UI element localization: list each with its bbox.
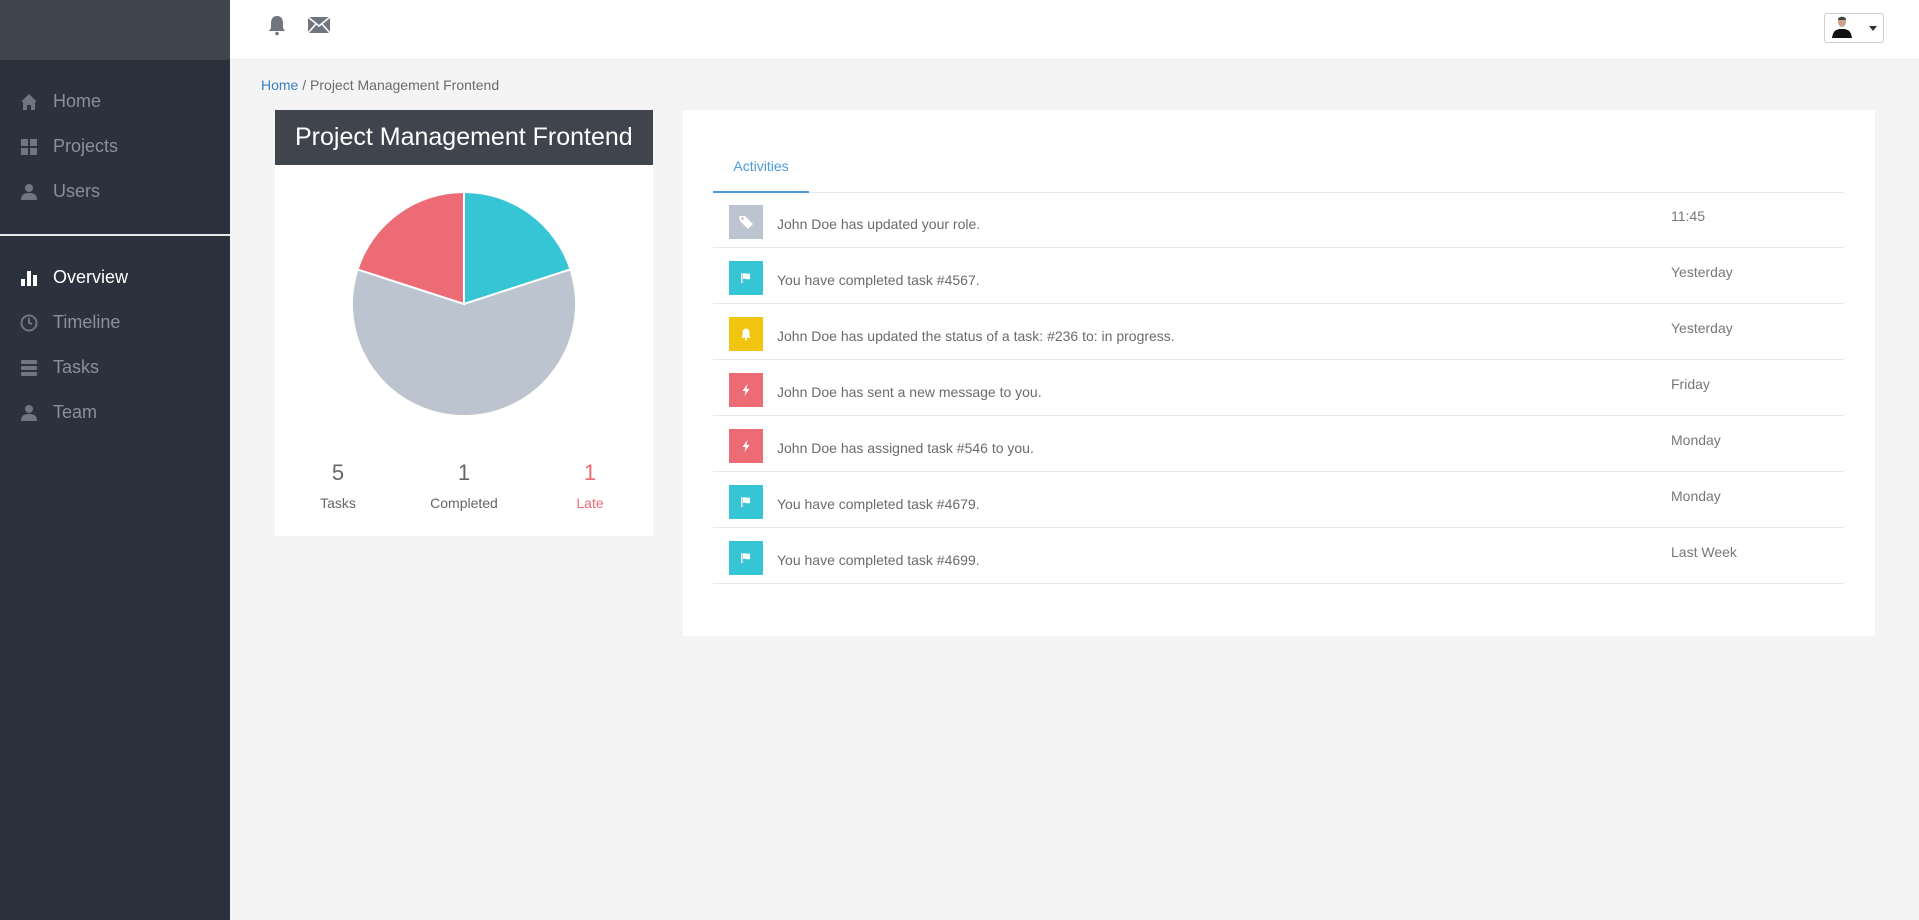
activity-time: Yesterday (1671, 264, 1733, 280)
sidebar-item-label: Tasks (53, 357, 100, 377)
activity-text: You have completed task #4699. (777, 552, 980, 568)
bell-icon (729, 317, 763, 351)
stat-label: Late (576, 495, 604, 511)
stat-value: 5 (331, 460, 345, 485)
sidebar-item-label: Timeline (53, 312, 121, 332)
sidebar-item-users[interactable]: Users (0, 169, 230, 214)
project-title: Project Management Frontend (275, 110, 653, 165)
stat-value: 1 (457, 460, 471, 485)
stat-completed: 1 Completed (401, 460, 527, 511)
grid-icon (20, 138, 38, 156)
user-icon (20, 404, 38, 422)
sidebar-item-overview[interactable]: Overview (0, 255, 230, 300)
activity-time: Last Week (1671, 544, 1737, 560)
sidebar-item-label: Projects (53, 136, 119, 156)
sidebar-brand (0, 0, 230, 60)
activity-row: John Doe has updated the status of a tas… (713, 304, 1844, 360)
activity-time: Monday (1671, 432, 1721, 448)
activity-time: 11:45 (1671, 208, 1705, 224)
stat-label: Tasks (320, 495, 356, 511)
sidebar-item-projects[interactable]: Projects (0, 124, 230, 169)
bolt-icon (729, 373, 763, 407)
sidebar-group-main: Home Projects Users (0, 79, 230, 214)
flag-icon (729, 485, 763, 519)
flag-icon (729, 541, 763, 575)
activity-time: Monday (1671, 488, 1721, 504)
tab-activities[interactable]: Activities (713, 151, 809, 193)
activity-card: Activities John Doe has updated your rol… (683, 110, 1875, 636)
envelope-icon[interactable] (307, 14, 331, 36)
sidebar-item-label: Home (53, 91, 102, 111)
breadcrumb: Home / Project Management Frontend (261, 77, 499, 93)
activity-row: John Doe has sent a new message to you. F… (713, 360, 1844, 416)
activity-text: John Doe has sent a new message to you. (777, 384, 1042, 400)
activity-row: You have completed task #4679. Monday (713, 472, 1844, 528)
sidebar-item-tasks[interactable]: Tasks (0, 345, 230, 390)
project-summary-card: Project Management Frontend 5 Tasks 1 Co… (275, 110, 653, 536)
bell-icon[interactable] (266, 14, 288, 36)
user-menu-dropdown[interactable] (1824, 13, 1884, 43)
activity-row: You have completed task #4699. Last Week (713, 528, 1844, 584)
activity-text: John Doe has updated the status of a tas… (777, 328, 1175, 344)
bolt-icon (729, 429, 763, 463)
sidebar-item-label: Overview (53, 267, 129, 287)
stack-icon (20, 359, 38, 377)
user-icon (20, 183, 38, 201)
activity-time: Friday (1671, 376, 1710, 392)
activity-text: John Doe has updated your role. (777, 216, 981, 232)
bar-chart-icon (20, 269, 38, 287)
sidebar-item-timeline[interactable]: Timeline (0, 300, 230, 345)
avatar (1831, 13, 1855, 43)
activity-row: John Doe has assigned task #546 to you. M… (713, 416, 1844, 472)
tab-bar: Activities (713, 151, 1844, 193)
sidebar-item-team[interactable]: Team (0, 390, 230, 435)
stat-tasks: 5 Tasks (275, 460, 401, 511)
clock-icon (20, 314, 38, 332)
chevron-down-icon (1869, 25, 1877, 31)
home-icon (20, 93, 38, 111)
activity-text: John Doe has assigned task #546 to you. (777, 440, 1034, 456)
sidebar-divider (0, 234, 230, 236)
sidebar-item-home[interactable]: Home (0, 79, 230, 124)
breadcrumb-current: Project Management Frontend (310, 77, 500, 93)
stat-label: Completed (430, 495, 498, 511)
sidebar: Home Projects Users Overview Timeline Ta… (0, 0, 230, 920)
tag-icon (729, 205, 763, 239)
task-status-pie-chart (351, 191, 577, 417)
top-bar (230, 0, 1919, 60)
sidebar-group-project: Overview Timeline Tasks Team (0, 255, 230, 435)
breadcrumb-home-link[interactable]: Home (261, 77, 298, 93)
stat-value: 1 (583, 460, 597, 485)
project-stats: 5 Tasks 1 Completed 1 Late (275, 460, 653, 511)
sidebar-item-label: Team (53, 402, 98, 422)
activity-text: You have completed task #4679. (777, 496, 980, 512)
activity-text: You have completed task #4567. (777, 272, 980, 288)
activity-row: John Doe has updated your role. 11:45 (713, 192, 1844, 248)
flag-icon (729, 261, 763, 295)
activity-time: Yesterday (1671, 320, 1733, 336)
activity-row: You have completed task #4567. Yesterday (713, 248, 1844, 304)
activity-list: John Doe has updated your role. 11:45 You … (713, 192, 1844, 584)
sidebar-item-label: Users (53, 181, 101, 201)
breadcrumb-separator: / (298, 77, 311, 93)
stat-late: 1 Late (527, 460, 653, 511)
